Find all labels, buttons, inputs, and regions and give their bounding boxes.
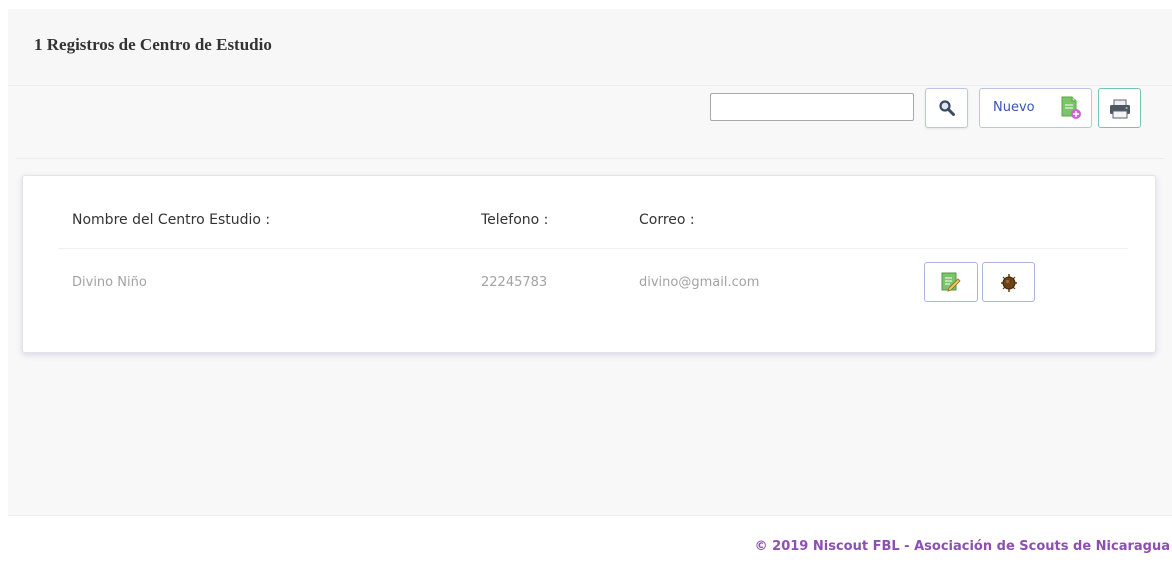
edit-button[interactable]: [924, 262, 978, 302]
search-input[interactable]: [710, 93, 914, 121]
cell-nombre: Divino Niño: [72, 275, 147, 290]
magnifier-icon: [939, 100, 955, 116]
header-divider: [58, 248, 1128, 249]
add-document-icon: [1061, 96, 1081, 119]
search-button[interactable]: [925, 88, 968, 128]
cell-telefono: 22245783: [481, 275, 548, 290]
footer-divider: [8, 515, 1172, 516]
footer-copyright: © 2019 Niscout FBL - Asociación de Scout…: [754, 539, 1170, 554]
printer-icon: [1110, 99, 1130, 119]
page-title: 1 Registros de Centro de Estudio: [34, 35, 272, 54]
print-button[interactable]: [1098, 88, 1141, 128]
panel-header: 1 Registros de Centro de Estudio: [8, 9, 1172, 86]
cell-correo: divino@gmail.com: [639, 275, 760, 290]
page: 1 Registros de Centro de Estudio Nuevo N…: [0, 0, 1172, 582]
edit-icon: [941, 272, 961, 292]
header-telefono: Telefono :: [481, 212, 549, 228]
header-nombre: Nombre del Centro Estudio :: [72, 212, 271, 228]
header-correo: Correo :: [639, 212, 695, 228]
new-button-label: Nuevo: [993, 100, 1035, 115]
toolbar-divider: [16, 158, 1164, 159]
delete-icon: [1001, 274, 1017, 292]
delete-button[interactable]: [982, 262, 1035, 302]
new-button[interactable]: Nuevo: [979, 88, 1092, 128]
